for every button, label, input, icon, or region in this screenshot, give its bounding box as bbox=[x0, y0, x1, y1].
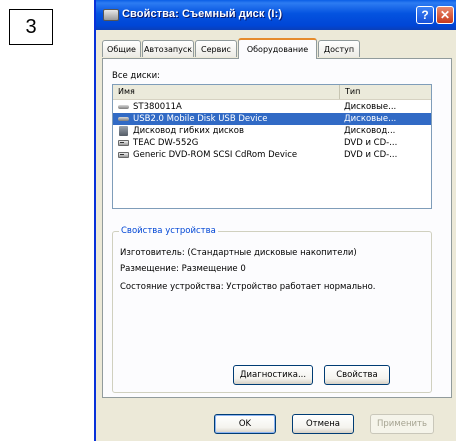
all-disks-label: Все диски: bbox=[112, 71, 161, 81]
hard-disk-icon bbox=[117, 114, 130, 124]
help-button[interactable]: ? bbox=[416, 6, 434, 24]
hard-disk-icon bbox=[117, 102, 130, 112]
device-properties-title: Свойства устройства bbox=[119, 226, 218, 236]
cancel-button[interactable]: Отмена bbox=[292, 414, 354, 434]
list-item[interactable]: Дисковод гибких дисков Дисковод... bbox=[113, 125, 431, 137]
step-number: 3 bbox=[25, 15, 37, 38]
disk-type: DVD и CD-... bbox=[344, 138, 398, 148]
properties-button[interactable]: Свойства bbox=[324, 365, 390, 385]
disk-list[interactable]: Имя Тип ST380011A Дисковые... USB2.0 Mob… bbox=[112, 84, 432, 209]
ok-button[interactable]: OK bbox=[214, 414, 276, 434]
column-name-header[interactable]: Имя bbox=[113, 85, 340, 99]
window-title: Свойства: Съемный диск (I:) bbox=[122, 8, 283, 20]
disk-type: Дисковые... bbox=[344, 114, 397, 124]
disk-list-header: Имя Тип bbox=[113, 85, 431, 100]
column-type-header[interactable]: Тип bbox=[340, 85, 431, 99]
tab-sharing[interactable]: Доступ bbox=[318, 40, 360, 57]
removable-drive-icon bbox=[103, 9, 119, 21]
disk-name: USB2.0 Mobile Disk USB Device bbox=[133, 114, 268, 124]
tab-tools[interactable]: Сервис bbox=[195, 40, 237, 57]
properties-dialog: Свойства: Съемный диск (I:) ? ✕ Общие Ав… bbox=[94, 0, 456, 441]
apply-button[interactable]: Применить bbox=[370, 414, 434, 434]
disk-name: ST380011A bbox=[133, 102, 182, 112]
floppy-drive-icon bbox=[117, 126, 130, 136]
list-item[interactable]: ST380011A Дисковые... bbox=[113, 101, 431, 113]
manufacturer-text: Изготовитель: (Стандартные дисковые нако… bbox=[120, 248, 357, 258]
diagnostics-button[interactable]: Диагностика... bbox=[233, 365, 313, 385]
tab-strip: Общие Автозапуск Сервис Оборудование Дос… bbox=[102, 38, 452, 59]
list-item[interactable]: Generic DVD-ROM SCSI CdRom Device DVD и … bbox=[113, 149, 431, 161]
list-item-selected[interactable]: USB2.0 Mobile Disk USB Device Дисковые..… bbox=[113, 113, 431, 125]
disk-name: TEAC DW-552G bbox=[133, 138, 199, 148]
disk-name: Дисковод гибких дисков bbox=[133, 126, 245, 136]
device-status-text: Состояние устройства: Устройство работае… bbox=[120, 282, 376, 292]
title-bar[interactable]: Свойства: Съемный диск (I:) ? ✕ bbox=[96, 0, 456, 30]
disk-type: DVD и CD-... bbox=[344, 150, 398, 160]
tab-general[interactable]: Общие bbox=[102, 40, 141, 57]
list-item[interactable]: TEAC DW-552G DVD и CD-... bbox=[113, 137, 431, 149]
location-text: Размещение: Размещение 0 bbox=[120, 264, 246, 274]
disk-type: Дисковод... bbox=[344, 126, 396, 136]
disk-type: Дисковые... bbox=[344, 102, 397, 112]
cd-drive-icon bbox=[117, 150, 130, 160]
tab-hardware[interactable]: Оборудование bbox=[238, 38, 317, 59]
close-button[interactable]: ✕ bbox=[436, 6, 454, 24]
cd-drive-icon bbox=[117, 138, 130, 148]
hardware-tab-panel: Все диски: Имя Тип ST380011A Дисковые...… bbox=[102, 58, 452, 398]
step-number-box: 3 bbox=[9, 9, 53, 45]
device-properties-group: Свойства устройства Изготовитель: (Станд… bbox=[112, 226, 432, 393]
disk-name: Generic DVD-ROM SCSI CdRom Device bbox=[133, 150, 298, 160]
tab-autoplay[interactable]: Автозапуск bbox=[142, 40, 194, 57]
